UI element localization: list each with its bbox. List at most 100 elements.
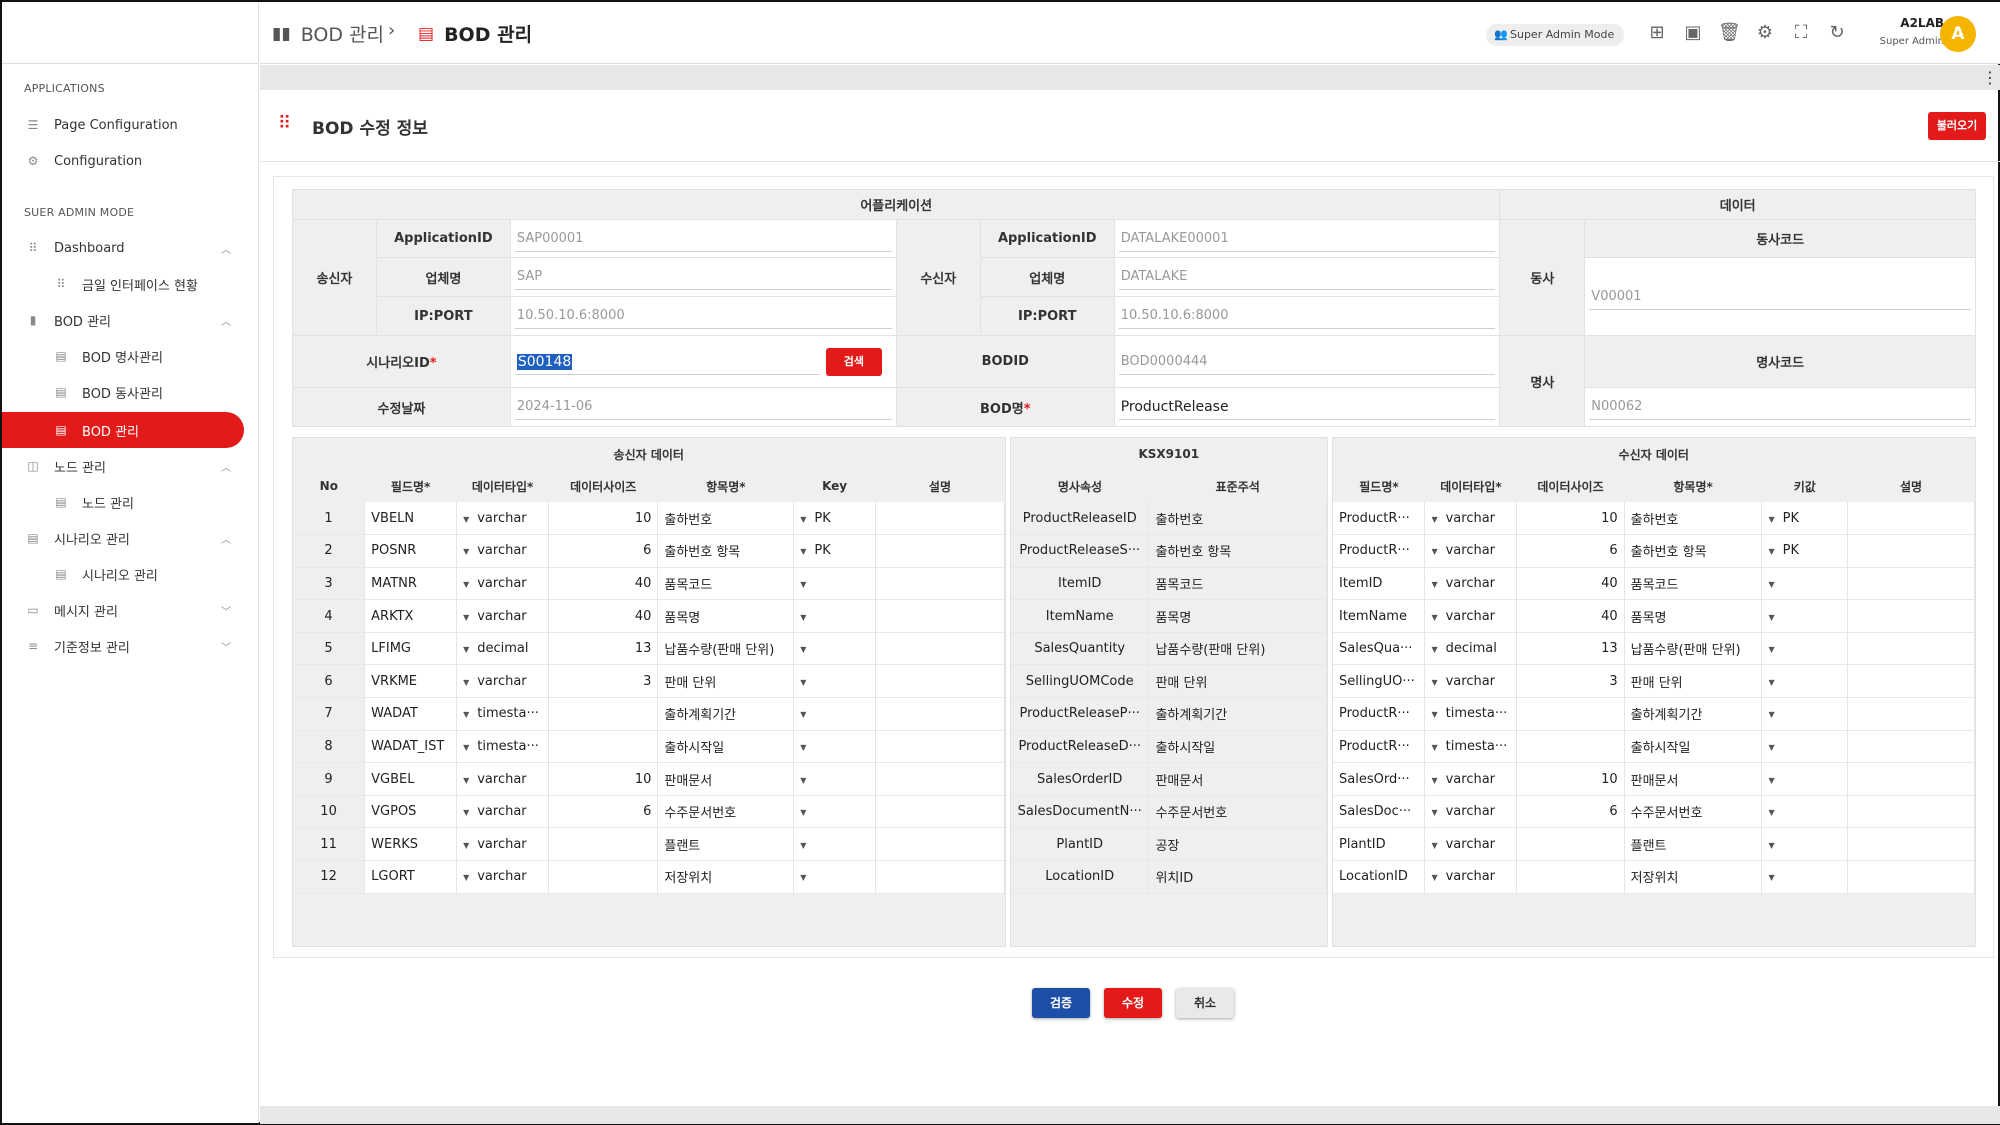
- receiver-data-type[interactable]: ▼ timesta···: [1424, 697, 1518, 731]
- table-row[interactable]: 1 VBELN ▼ varchar 10 출하번호 ▼ PK: [293, 502, 1006, 536]
- sender-description[interactable]: [875, 762, 1006, 796]
- sidebar-item-bod-verb[interactable]: ▤ BOD 동사관리: [2, 374, 259, 410]
- sender-data-type[interactable]: ▼ varchar: [456, 664, 550, 699]
- sender-data-size[interactable]: 6: [548, 795, 659, 829]
- sender-description[interactable]: [875, 795, 1006, 829]
- receiver-item-name[interactable]: 출하번호 항목: [1624, 534, 1763, 568]
- sender-field-name[interactable]: WADAT_IST: [364, 730, 458, 764]
- receiver-key[interactable]: ▼ PK: [1761, 534, 1849, 568]
- receiver-data-type[interactable]: ▼ varchar: [1424, 534, 1518, 568]
- receiver-item-name[interactable]: 품목명: [1624, 599, 1763, 633]
- receiver-data-size[interactable]: 3: [1516, 664, 1625, 699]
- table-row[interactable]: ProductR··· ▼ timesta··· 출하계획기간 ▼: [1333, 697, 1975, 731]
- receiver-item-name[interactable]: 플랜트: [1624, 827, 1763, 862]
- receiver-data-size[interactable]: 10: [1516, 762, 1625, 796]
- table-row[interactable]: PlantID ▼ varchar 플랜트 ▼: [1333, 827, 1975, 862]
- receiver-data-type[interactable]: ▼ varchar: [1424, 502, 1518, 536]
- receiver-field-name[interactable]: SellingUO···: [1333, 664, 1426, 699]
- receiver-item-name[interactable]: 저장위치: [1624, 860, 1763, 894]
- receiver-item-name[interactable]: 품목코드: [1624, 567, 1763, 601]
- sender-item-name[interactable]: 출하번호: [657, 502, 795, 536]
- breadcrumb-1[interactable]: ▮▮ BOD 관리: [272, 20, 384, 47]
- receiver-data-type[interactable]: ▼ varchar: [1424, 827, 1518, 862]
- sender-description[interactable]: [875, 632, 1006, 666]
- table-row[interactable]: SalesOrd··· ▼ varchar 10 판매문서 ▼: [1333, 762, 1975, 796]
- sender-data-type[interactable]: ▼ varchar: [456, 827, 550, 862]
- receiver-ipport-field[interactable]: 10.50.10.6:8000: [1118, 303, 1496, 329]
- cancel-button[interactable]: 취소: [1176, 988, 1234, 1018]
- receiver-data-size[interactable]: [1516, 827, 1625, 862]
- receiver-key[interactable]: ▼: [1761, 632, 1849, 666]
- sender-field-name[interactable]: VBELN: [364, 502, 458, 536]
- sidebar-item-node-manage[interactable]: ▤ 노드 관리: [2, 484, 259, 520]
- table-row[interactable]: ProductR··· ▼ varchar 10 출하번호 ▼ PK: [1333, 502, 1975, 536]
- sidebar-item-bod-noun[interactable]: ▤ BOD 명사관리: [2, 338, 259, 374]
- table-row[interactable]: SalesQua··· ▼ decimal 13 납품수량(판매 단위) ▼: [1333, 632, 1975, 666]
- receiver-appid-field[interactable]: DATALAKE00001: [1118, 226, 1496, 252]
- table-row[interactable]: 10 VGPOS ▼ varchar 6 수주문서번호 ▼: [293, 795, 1006, 829]
- receiver-data-size[interactable]: 40: [1516, 599, 1625, 633]
- sender-data-size[interactable]: 40: [548, 599, 659, 633]
- table-row[interactable]: LocationID ▼ varchar 저장위치 ▼: [1333, 860, 1975, 894]
- receiver-field-name[interactable]: ItemID: [1333, 567, 1426, 601]
- receiver-key[interactable]: ▼: [1761, 697, 1849, 731]
- sender-data-type[interactable]: ▼ varchar: [456, 795, 550, 829]
- sender-data-size[interactable]: [548, 730, 659, 764]
- sender-data-type[interactable]: ▼ timesta···: [456, 697, 550, 731]
- gear-icon[interactable]: ⚙: [1754, 22, 1776, 44]
- table-row[interactable]: SellingUO··· ▼ varchar 3 판매 단위 ▼: [1333, 664, 1975, 699]
- receiver-field-name[interactable]: ProductR···: [1333, 534, 1426, 568]
- sender-item-name[interactable]: 저장위치: [657, 860, 795, 894]
- sidebar-item-message-management[interactable]: ▭ 메시지 관리 ﹀: [2, 592, 259, 628]
- bodid-field[interactable]: BOD0000444: [1118, 349, 1496, 375]
- sender-data-type[interactable]: ▼ varchar: [456, 534, 550, 568]
- table-row[interactable]: 12 LGORT ▼ varchar 저장위치 ▼: [293, 860, 1006, 894]
- sender-data-type[interactable]: ▼ varchar: [456, 860, 550, 894]
- receiver-key[interactable]: ▼: [1761, 730, 1849, 764]
- sender-item-name[interactable]: 출하계획기간: [657, 697, 795, 731]
- sender-description[interactable]: [875, 697, 1006, 731]
- receiver-description[interactable]: [1847, 567, 1975, 601]
- table-row[interactable]: 9 VGBEL ▼ varchar 10 판매문서 ▼: [293, 762, 1006, 796]
- bod-name-field[interactable]: ProductRelease: [1118, 394, 1496, 420]
- sender-item-name[interactable]: 출하시작일: [657, 730, 795, 764]
- receiver-field-name[interactable]: ProductR···: [1333, 697, 1426, 731]
- sender-key[interactable]: ▼: [793, 762, 876, 796]
- receiver-description[interactable]: [1847, 632, 1975, 666]
- refresh-icon[interactable]: ↻: [1826, 22, 1848, 44]
- receiver-data-type[interactable]: ▼ varchar: [1424, 599, 1518, 633]
- receiver-key[interactable]: ▼: [1761, 567, 1849, 601]
- table-row[interactable]: ItemID ▼ varchar 40 품목코드 ▼: [1333, 567, 1975, 601]
- sender-field-name[interactable]: ARKTX: [364, 599, 458, 633]
- receiver-description[interactable]: [1847, 795, 1975, 829]
- sender-description[interactable]: [875, 664, 1006, 699]
- super-admin-mode-badge[interactable]: 👥 Super Admin Mode: [1486, 24, 1625, 46]
- receiver-item-name[interactable]: 판매문서: [1624, 762, 1763, 796]
- receiver-data-size[interactable]: [1516, 730, 1625, 764]
- receiver-key[interactable]: ▼: [1761, 795, 1849, 829]
- receiver-field-name[interactable]: SalesOrd···: [1333, 762, 1426, 796]
- sender-item-name[interactable]: 수주문서번호: [657, 795, 795, 829]
- sidebar-item-configuration[interactable]: ⚙ Configuration: [2, 143, 259, 179]
- receiver-description[interactable]: [1847, 502, 1975, 536]
- receiver-field-name[interactable]: SalesQua···: [1333, 632, 1426, 666]
- table-row[interactable]: 8 WADAT_IST ▼ timesta··· 출하시작일 ▼: [293, 730, 1006, 764]
- sidebar-item-node-management[interactable]: ◫ 노드 관리 ︿: [2, 448, 259, 484]
- receiver-description[interactable]: [1847, 827, 1975, 862]
- sender-key[interactable]: ▼: [793, 599, 876, 633]
- sidebar-item-bod-manage-active[interactable]: ▤ BOD 관리: [2, 412, 244, 448]
- receiver-item-name[interactable]: 출하시작일: [1624, 730, 1763, 764]
- table-row[interactable]: 11 WERKS ▼ varchar 플랜트 ▼: [293, 827, 1006, 862]
- sender-data-size[interactable]: 40: [548, 567, 659, 601]
- receiver-field-name[interactable]: SalesDoc···: [1333, 795, 1426, 829]
- sender-data-type[interactable]: ▼ varchar: [456, 599, 550, 633]
- sidebar-item-bod-management[interactable]: ▮ BOD 관리 ︿: [2, 302, 259, 338]
- receiver-description[interactable]: [1847, 534, 1975, 568]
- receiver-description[interactable]: [1847, 697, 1975, 731]
- sender-description[interactable]: [875, 860, 1006, 894]
- sender-data-type[interactable]: ▼ timesta···: [456, 730, 550, 764]
- table-row[interactable]: 6 VRKME ▼ varchar 3 판매 단위 ▼: [293, 664, 1006, 699]
- sender-key[interactable]: ▼: [793, 567, 876, 601]
- sender-item-name[interactable]: 납품수량(판매 단위): [657, 632, 795, 666]
- receiver-key[interactable]: ▼: [1761, 827, 1849, 862]
